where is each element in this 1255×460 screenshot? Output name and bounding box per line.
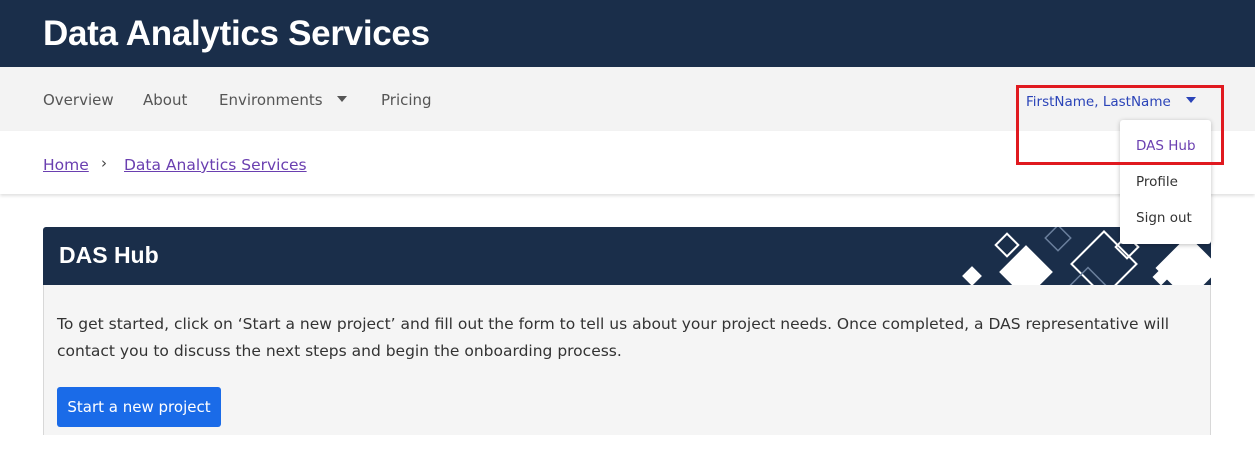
user-menu-item-profile[interactable]: Profile [1136, 174, 1178, 190]
user-menu-dropdown: DAS Hub Profile Sign out [1120, 120, 1211, 244]
card-description: To get started, click on ‘Start a new pr… [57, 315, 1170, 360]
breadcrumb: Home › Data Analytics Services [0, 131, 1255, 194]
das-hub-card-header: DAS Hub [43, 227, 1211, 285]
user-menu-item-sign-out[interactable]: Sign out [1136, 210, 1192, 226]
nav-item-about[interactable]: About [143, 91, 187, 109]
nav-item-environments[interactable]: Environments [219, 91, 347, 109]
das-hub-card-body: To get started, click on ‘Start a new pr… [43, 285, 1211, 460]
nav-item-pricing[interactable]: Pricing [381, 91, 432, 109]
breadcrumb-separator-icon: › [101, 154, 107, 172]
user-menu-caret-icon[interactable] [1186, 97, 1196, 103]
breadcrumb-home[interactable]: Home [43, 156, 89, 174]
user-menu-item-das-hub[interactable]: DAS Hub [1136, 138, 1196, 154]
nav-item-overview[interactable]: Overview [43, 91, 114, 109]
start-new-project-button[interactable]: Start a new project [57, 387, 221, 427]
main-navbar: Overview About Environments Pricing Firs… [0, 67, 1255, 131]
breadcrumb-data-analytics-services[interactable]: Data Analytics Services [124, 156, 307, 174]
site-title: Data Analytics Services [43, 14, 430, 53]
user-menu-toggle[interactable]: FirstName, LastName [1026, 94, 1171, 110]
card-title: DAS Hub [59, 242, 159, 268]
site-header: Data Analytics Services [0, 0, 1255, 67]
page-bottom-strip [0, 435, 1255, 460]
chevron-down-icon [336, 96, 347, 102]
nav-item-environments-label: Environments [219, 91, 323, 109]
